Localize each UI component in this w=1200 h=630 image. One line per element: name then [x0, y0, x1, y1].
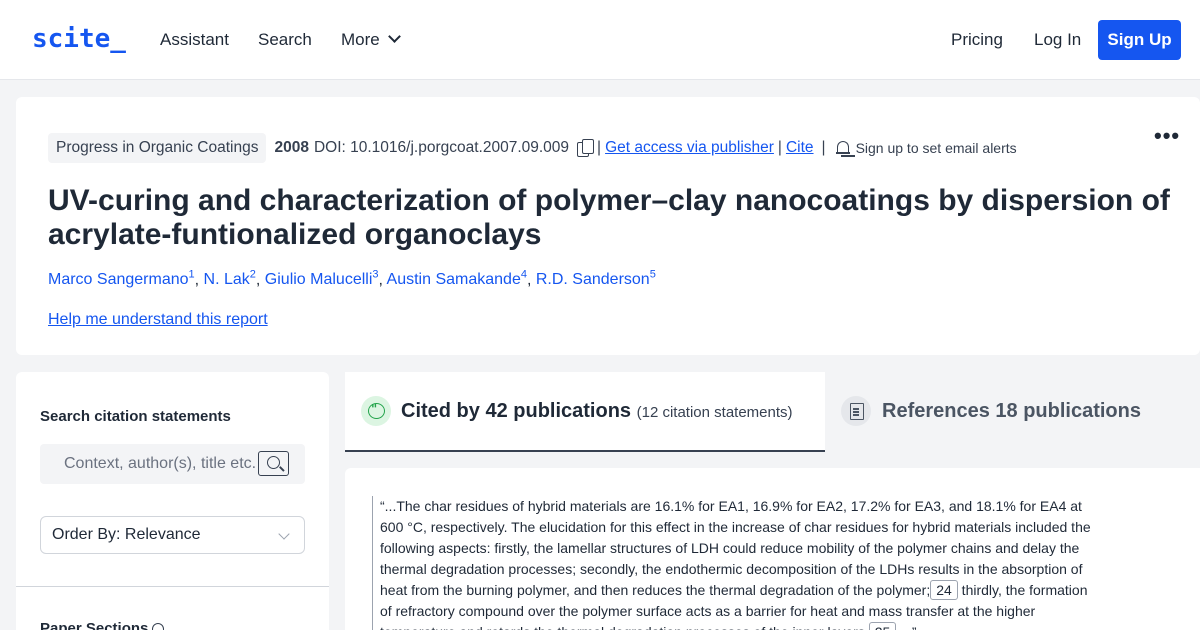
tab-cited-by[interactable]: " Cited by 42 publications (12 citation …: [345, 372, 825, 452]
author-link[interactable]: Marco Sangermano1: [48, 269, 195, 288]
paper-meta-row: Progress in Organic Coatings 2008 DOI: 1…: [48, 133, 1017, 163]
nav-assistant[interactable]: Assistant: [160, 30, 229, 50]
order-by-select[interactable]: Order By: Relevance: [40, 516, 305, 554]
scite-logo[interactable]: scite_: [32, 24, 126, 54]
nav-more-label: More: [341, 30, 380, 49]
chevron-down-icon: [278, 528, 290, 540]
author-link[interactable]: Austin Samakande4: [387, 269, 527, 288]
citation-search-input[interactable]: [40, 444, 255, 484]
tab-references-label: References 18 publications: [882, 400, 1141, 422]
paper-sections-heading: Paper Sections: [40, 620, 165, 630]
more-options-icon[interactable]: •••: [1154, 123, 1180, 149]
divider: [16, 586, 329, 587]
nav-search[interactable]: Search: [258, 30, 312, 50]
order-by-value: Order By: Relevance: [52, 526, 201, 543]
author-link[interactable]: N. Lak2: [204, 269, 256, 288]
citation-statement-count: (12 citation statements): [636, 404, 793, 421]
tab-references[interactable]: References 18 publications: [825, 372, 1200, 452]
paper-header-card: Progress in Organic Coatings 2008 DOI: 1…: [16, 97, 1200, 355]
copy-icon[interactable]: [577, 139, 595, 157]
help-understand-link[interactable]: Help me understand this report: [48, 311, 268, 329]
nav-more[interactable]: More: [341, 30, 401, 50]
citation-excerpt: “...The char residues of hybrid material…: [372, 496, 1097, 630]
bell-icon[interactable]: [835, 140, 850, 156]
citation-statement-card: “...The char residues of hybrid material…: [345, 468, 1200, 630]
paper-title: UV-curing and characterization of polyme…: [48, 184, 1170, 251]
email-alerts-link[interactable]: Sign up to set email alerts: [856, 140, 1017, 156]
journal-badge[interactable]: Progress in Organic Coatings: [48, 133, 267, 163]
author-link[interactable]: R.D. Sanderson5: [536, 269, 656, 288]
citation-tabs: " Cited by 42 publications (12 citation …: [345, 372, 1200, 452]
quote-bubble-icon: ": [361, 396, 391, 426]
tab-cited-label: Cited by 42 publications (12 citation st…: [401, 400, 793, 422]
author-link[interactable]: Giulio Malucelli3: [265, 269, 379, 288]
nav-pricing[interactable]: Pricing: [951, 30, 1003, 50]
top-nav: scite_ Assistant Search More Pricing Log…: [0, 0, 1200, 80]
reference-badge[interactable]: 24: [930, 580, 958, 600]
cite-link[interactable]: Cite: [786, 139, 814, 157]
separator: |: [777, 139, 782, 156]
login-link[interactable]: Log In: [1034, 30, 1081, 50]
search-heading: Search citation statements: [40, 408, 231, 425]
signup-button[interactable]: Sign Up: [1098, 20, 1181, 60]
reference-badge[interactable]: 25: [868, 622, 897, 630]
get-access-link[interactable]: Get access via publisher: [605, 139, 774, 157]
search-box: [40, 444, 305, 484]
author-list: Marco Sangermano1, N. Lak2, Giulio Maluc…: [48, 269, 656, 289]
info-icon[interactable]: [152, 623, 165, 630]
separator: |: [597, 139, 602, 156]
citation-search-sidebar: Search citation statements Order By: Rel…: [16, 372, 329, 630]
search-icon[interactable]: [258, 451, 289, 476]
publication-year: 2008: [274, 139, 309, 156]
chevron-down-icon: [387, 30, 401, 43]
doi-text: DOI: 10.1016/j.porgcoat.2007.09.009: [313, 139, 570, 156]
separator: |: [821, 139, 826, 156]
document-icon: [841, 396, 871, 426]
